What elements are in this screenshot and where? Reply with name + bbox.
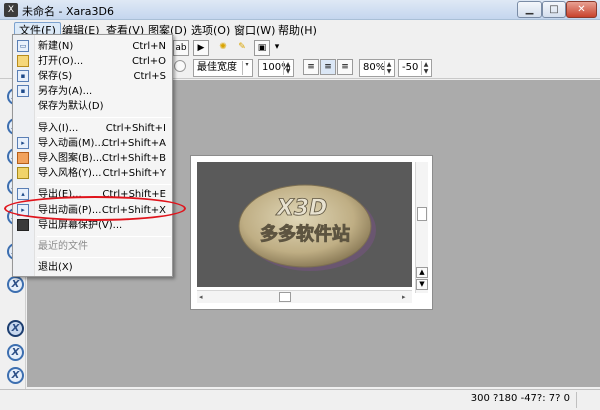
dropdown-arrow-icon: ▾ bbox=[242, 61, 251, 75]
spin-icon[interactable]: ▲ ▼ bbox=[421, 61, 430, 75]
tool-x-selected-icon[interactable]: X bbox=[7, 320, 24, 337]
minimize-button[interactable]: ▁ bbox=[517, 1, 542, 18]
menu-item-import[interactable]: 导入(I)... Ctrl+Shift+I bbox=[13, 121, 172, 136]
export-screensaver-icon bbox=[17, 219, 29, 231]
import-animation-icon: ▸ bbox=[17, 137, 29, 149]
menu-item-import-style[interactable]: 导入风格(Y)... Ctrl+Shift+Y bbox=[13, 166, 172, 181]
vertical-scroll-thumb[interactable] bbox=[417, 207, 427, 221]
scroll-left-icon[interactable]: ◂ bbox=[199, 292, 203, 302]
menu-item-new[interactable]: ▭ 新建(N) Ctrl+N bbox=[13, 39, 172, 54]
text-align-icon[interactable]: ab bbox=[173, 40, 189, 56]
menu-options[interactable]: 选项(O) bbox=[187, 22, 234, 39]
logo-line2: 多多软件站 bbox=[260, 223, 350, 245]
open-folder-icon bbox=[17, 55, 29, 67]
pen-icon[interactable]: ✎ bbox=[234, 40, 250, 56]
menu-item-label: 导入(I)... bbox=[38, 123, 79, 134]
title-bar: X 未命名 - Xara3D6 ▁ □ ✕ bbox=[0, 0, 600, 20]
menu-item-import-animation[interactable]: ▸ 导入动画(M)... Ctrl+Shift+A bbox=[13, 136, 172, 151]
align-center-icon[interactable]: ≡ bbox=[320, 59, 336, 75]
import-style-icon bbox=[17, 167, 29, 179]
scroll-right-icon[interactable]: ▸ bbox=[402, 292, 406, 302]
menu-separator bbox=[37, 117, 171, 118]
menu-item-label: 导入风格(Y)... bbox=[38, 168, 102, 179]
vertical-scrollbar[interactable]: ▲ ▼ bbox=[415, 162, 428, 293]
horizontal-scroll-thumb[interactable] bbox=[279, 292, 291, 302]
maximize-button[interactable]: □ bbox=[542, 1, 566, 18]
align-right-icon[interactable]: ≡ bbox=[337, 59, 353, 75]
menu-item-open[interactable]: 打开(O)... Ctrl+O bbox=[13, 54, 172, 69]
tool-x-icon[interactable]: X bbox=[7, 276, 24, 293]
menu-item-shortcut: Ctrl+Shift+I bbox=[105, 123, 166, 134]
x3d-logo-graphic: X3D 多多软件站 bbox=[238, 184, 376, 271]
menu-window[interactable]: 窗口(W) bbox=[230, 22, 279, 39]
scroll-down-icon[interactable]: ▼ bbox=[416, 279, 428, 290]
horizontal-scrollbar[interactable]: ◂ ▸ bbox=[197, 290, 412, 303]
import-pattern-icon bbox=[17, 152, 29, 164]
menu-item-label: 最近的文件 bbox=[38, 241, 88, 252]
menu-item-shortcut: Ctrl+Shift+A bbox=[101, 138, 166, 149]
menu-separator bbox=[37, 236, 171, 237]
menu-item-shortcut: Ctrl+Shift+B bbox=[101, 153, 166, 164]
app-icon: X bbox=[4, 3, 18, 17]
menu-separator bbox=[37, 184, 171, 185]
value-stepper[interactable]: -50 ▲ ▼ bbox=[398, 59, 432, 77]
menu-item-shortcut: Ctrl+Shift+Y bbox=[102, 168, 166, 179]
menu-item-label: 退出(X) bbox=[38, 262, 73, 273]
menu-item-label: 打开(O)... bbox=[38, 56, 84, 67]
menu-item-shortcut: Ctrl+S bbox=[133, 71, 166, 82]
close-button[interactable]: ✕ bbox=[566, 1, 597, 18]
logo-line1: X3D bbox=[275, 196, 328, 221]
light-bulb-icon[interactable]: ✺ bbox=[215, 40, 231, 56]
menu-item-recent-files: 最近的文件 bbox=[13, 239, 172, 254]
tool-x-icon[interactable]: X bbox=[7, 367, 24, 384]
play-animation-icon[interactable]: ▶ bbox=[193, 40, 209, 56]
menu-item-save-default[interactable]: 保存为默认(D) bbox=[13, 99, 172, 114]
menu-item-label: 保存(S) bbox=[38, 71, 73, 82]
menu-help[interactable]: 帮助(H) bbox=[274, 22, 321, 39]
window-title: 未命名 - Xara3D6 bbox=[22, 5, 114, 18]
export-icon: ▴ bbox=[17, 188, 29, 200]
save-as-icon: ▪ bbox=[17, 85, 29, 97]
value-value: -50 bbox=[402, 62, 419, 73]
scale-value: 80% bbox=[363, 62, 386, 73]
menu-item-label: 另存为(A)... bbox=[38, 86, 93, 97]
save-icon: ▪ bbox=[17, 70, 29, 82]
highlight-ellipse bbox=[4, 196, 186, 221]
menu-separator bbox=[37, 257, 171, 258]
canvas[interactable]: X3D 多多软件站 bbox=[197, 162, 412, 287]
scroll-up-icon[interactable]: ▲ bbox=[416, 267, 428, 278]
width-mode-select[interactable]: 最佳宽度 ▾ bbox=[193, 59, 253, 77]
menu-item-shortcut: Ctrl+O bbox=[131, 56, 166, 67]
menu-item-exit[interactable]: 退出(X) bbox=[13, 260, 172, 275]
menu-item-label: 新建(N) bbox=[38, 41, 74, 52]
tool-x-icon[interactable]: X bbox=[7, 344, 24, 361]
file-menu-dropdown: ▭ 新建(N) Ctrl+N 打开(O)... Ctrl+O ▪ 保存(S) C… bbox=[12, 34, 173, 277]
spin-icon[interactable]: ▲ ▼ bbox=[283, 61, 292, 75]
status-bar: 300 ?180 -47?: 7? 0 bbox=[0, 389, 600, 410]
new-file-icon: ▭ bbox=[17, 40, 29, 52]
zoom-stepper[interactable]: 100% ▲ ▼ bbox=[258, 59, 294, 77]
scale-stepper[interactable]: 80% ▲ ▼ bbox=[359, 59, 395, 77]
width-mode-value: 最佳宽度 bbox=[197, 62, 237, 73]
menu-item-shortcut: Ctrl+N bbox=[132, 41, 166, 52]
menu-item-label: 导入动画(M)... bbox=[38, 138, 104, 149]
chevron-down-icon[interactable]: ▾ bbox=[269, 40, 285, 56]
menu-item-save-as[interactable]: ▪ 另存为(A)... bbox=[13, 84, 172, 99]
status-coordinates: 300 ?180 -47?: 7? 0 bbox=[470, 393, 570, 404]
spin-icon[interactable]: ▲ ▼ bbox=[384, 61, 393, 75]
align-left-icon[interactable]: ≡ bbox=[303, 59, 319, 75]
menu-item-save[interactable]: ▪ 保存(S) Ctrl+S bbox=[13, 69, 172, 84]
menu-item-label: 保存为默认(D) bbox=[38, 101, 104, 112]
frame-icon[interactable]: ▣ bbox=[254, 40, 270, 56]
circle-option-icon[interactable] bbox=[174, 60, 186, 72]
menu-item-import-pattern[interactable]: 导入图案(B)... Ctrl+Shift+B bbox=[13, 151, 172, 166]
menu-item-label: 导入图案(B)... bbox=[38, 153, 103, 164]
resize-grip-icon[interactable] bbox=[576, 392, 598, 408]
document-window: X3D 多多软件站 ▲ ▼ ◂ ▸ bbox=[190, 155, 433, 310]
